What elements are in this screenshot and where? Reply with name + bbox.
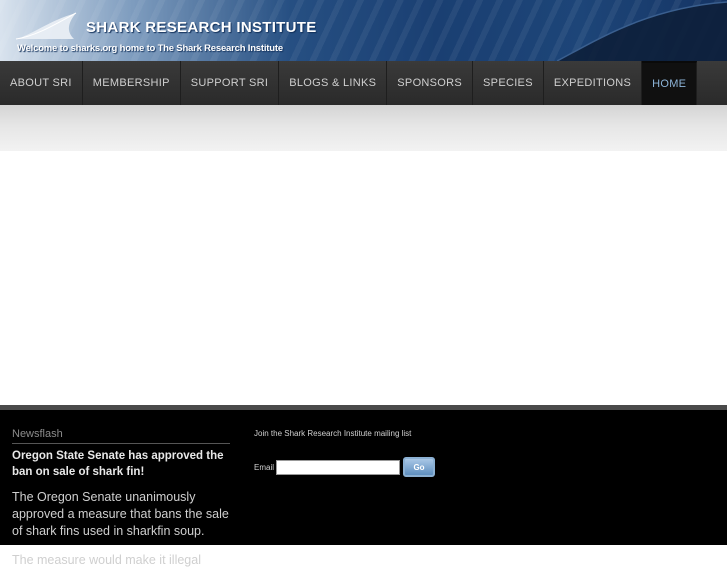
nav-item-expeditions[interactable]: EXPEDITIONS — [544, 61, 643, 105]
nav-item-species[interactable]: SPECIES — [473, 61, 544, 105]
shark-fin-logo-icon[interactable] — [14, 11, 84, 41]
newsflash-title: Oregon State Senate has approved the ban… — [12, 450, 224, 478]
site-tagline: Welcome to sharks.org home to The Shark … — [17, 43, 283, 54]
newsflash-body: The Oregon Senate unanimously approved a… — [12, 490, 229, 538]
newsflash-more-text: The measure would make it illegal — [12, 553, 201, 567]
site-header: SHARK RESEARCH INSTITUTE Welcome to shar… — [0, 0, 727, 61]
nav-item-home[interactable]: HOME — [642, 61, 698, 105]
large-shark-fin-icon — [557, 1, 727, 61]
mailing-list-signup: Join the Shark Research Institute mailin… — [254, 429, 554, 477]
email-field[interactable] — [276, 459, 401, 475]
site-title[interactable]: SHARK RESEARCH INSTITUTE — [86, 19, 317, 36]
go-button[interactable]: Go — [403, 457, 436, 477]
main-navigation: ABOUT SRI MEMBERSHIP SUPPORT SRI BLOGS &… — [0, 61, 727, 105]
nav-item-membership[interactable]: MEMBERSHIP — [83, 61, 181, 105]
nav-item-about-sri[interactable]: ABOUT SRI — [0, 61, 83, 105]
newsflash-heading: Newsflash — [12, 428, 230, 444]
mailing-list-label: Join the Shark Research Institute mailin… — [254, 429, 412, 438]
email-label: Email — [254, 462, 275, 472]
nav-item-sponsors[interactable]: SPONSORS — [387, 61, 474, 105]
nav-item-blogs-links[interactable]: BLOGS & LINKS — [279, 61, 388, 105]
newsflash-module: Newsflash Oregon State Senate has approv… — [12, 428, 230, 569]
email-form-row: Email Go — [254, 457, 436, 477]
site-footer: Newsflash Oregon State Senate has approv… — [0, 405, 727, 567]
nav-item-support-sri[interactable]: SUPPORT SRI — [181, 61, 280, 105]
sub-navigation-bar — [0, 105, 727, 151]
